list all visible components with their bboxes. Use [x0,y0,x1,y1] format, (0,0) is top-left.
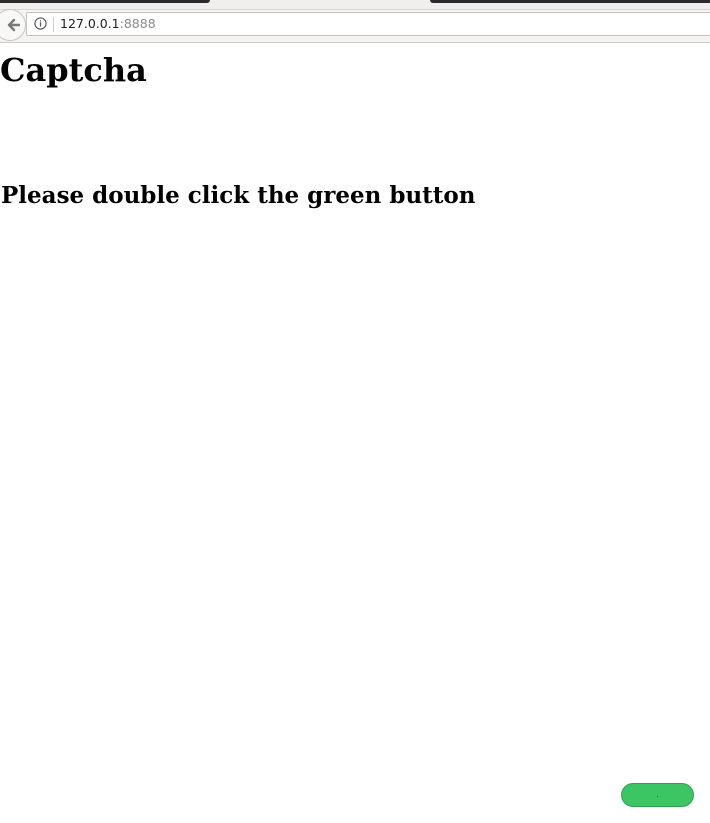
tab-strip [0,0,710,10]
page-title: Captcha [0,51,147,89]
captcha-instruction: Please double click the green button [1,182,476,209]
url-port: :8888 [119,16,156,31]
url-separator [53,17,54,32]
back-arrow-icon [7,18,20,32]
url-text[interactable]: 127.0.0.1:8888 [60,16,156,32]
green-captcha-button[interactable]: . [621,783,694,807]
browser-window: 127.0.0.1:8888 Captcha Please double cli… [0,0,710,823]
url-host: 127.0.0.1 [60,16,120,31]
tab-right[interactable] [430,0,710,3]
tab-left[interactable] [0,0,210,3]
address-bar[interactable]: 127.0.0.1:8888 [26,12,710,36]
browser-toolbar: 127.0.0.1:8888 [0,9,710,43]
info-icon[interactable] [34,17,47,30]
back-button[interactable] [0,9,26,41]
